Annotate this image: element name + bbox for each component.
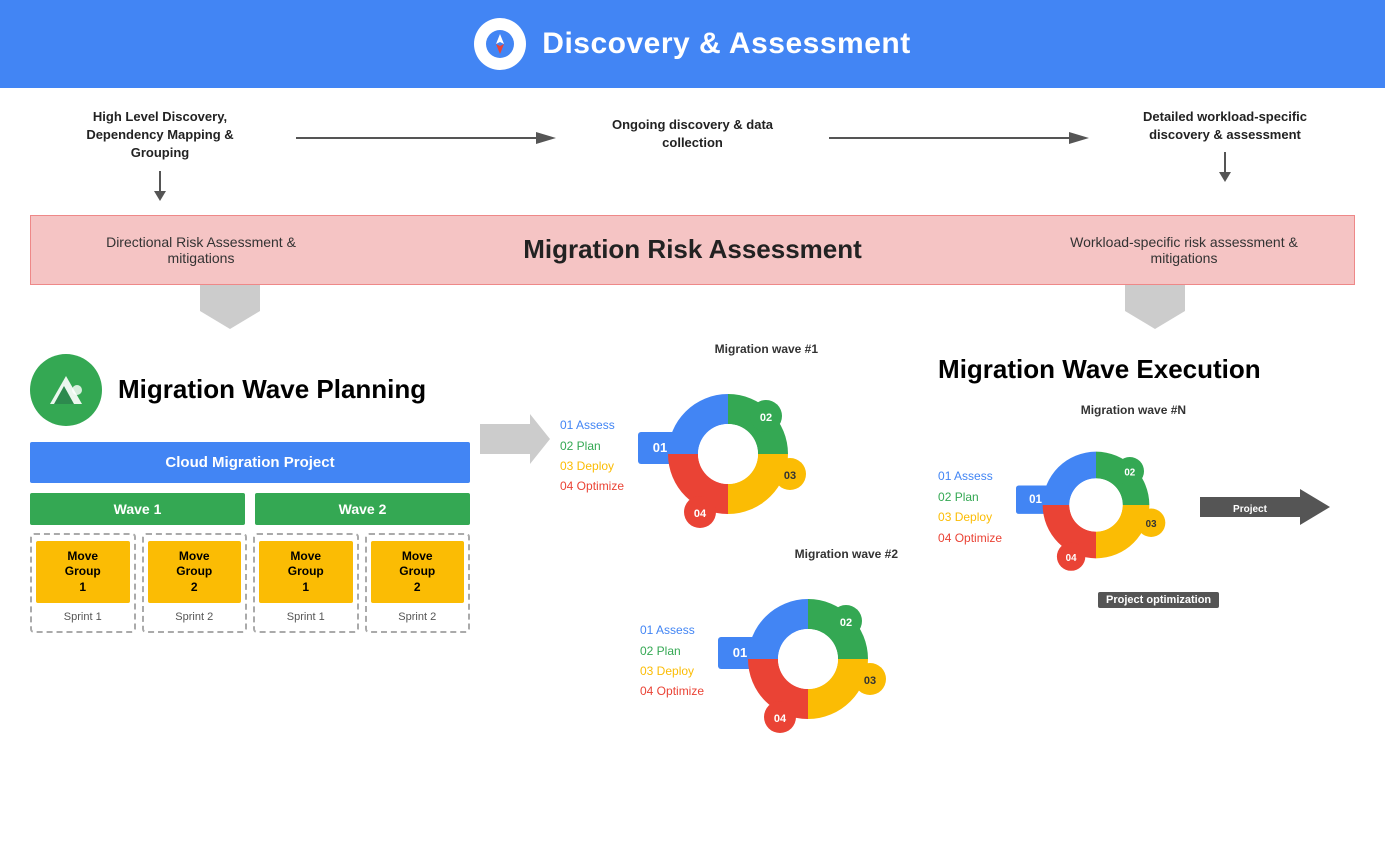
wave-planning-section: Migration Wave Planning Cloud Migration … xyxy=(30,354,470,634)
move-group-card-2: MoveGroup2 xyxy=(148,541,242,604)
wave1-step3: 03 Deploy xyxy=(560,456,624,476)
wave2-step1: 01 Assess xyxy=(640,620,704,640)
header-title: Discovery & Assessment xyxy=(542,27,910,61)
svg-text:01: 01 xyxy=(733,645,747,660)
wave-n-donut-wrapper: Migration wave #N 01 02 03 04 xyxy=(1016,425,1176,590)
sprint-label-3: Sprint 1 xyxy=(287,611,325,623)
svg-text:02: 02 xyxy=(760,412,772,424)
svg-text:03: 03 xyxy=(864,675,876,687)
move-group-card-1: MoveGroup1 xyxy=(36,541,130,604)
arrow-center-right xyxy=(260,108,593,150)
exec-step4: 04 Optimize xyxy=(938,528,1002,548)
wave1-donut-wrapper: Migration wave #1 01 xyxy=(638,364,818,549)
waves-row: Wave 1 Wave 2 xyxy=(30,493,470,525)
move-group-card-3: MoveGroup1 xyxy=(259,541,353,604)
wave1-legend: 01 Assess 02 Plan 03 Deploy 04 Optimize xyxy=(560,415,624,497)
main-content: Migration Wave Planning Cloud Migration … xyxy=(0,334,1385,774)
wave2-label: Migration wave #2 xyxy=(795,547,898,561)
sprint-label-2: Sprint 2 xyxy=(175,611,213,623)
wave1-donut-svg: 01 02 xyxy=(638,364,818,544)
svg-text:01: 01 xyxy=(653,440,667,455)
mountain-icon xyxy=(30,354,102,426)
move-group-container-2: MoveGroup2 Sprint 2 xyxy=(142,533,248,634)
svg-text:Project: Project xyxy=(1233,504,1268,515)
risk-left: Directional Risk Assessment & mitigation… xyxy=(71,234,331,266)
wave1-item: 01 Assess 02 Plan 03 Deploy 04 Optimize … xyxy=(560,364,898,549)
wave-n-item: 01 Assess 02 Plan 03 Deploy 04 Optimize … xyxy=(938,425,1355,590)
execution-title: Migration Wave Execution xyxy=(938,354,1355,385)
wave2-donut-wrapper: Migration wave #2 01 02 03 04 xyxy=(718,569,898,754)
move-group-card-4: MoveGroup2 xyxy=(371,541,465,604)
svg-text:01: 01 xyxy=(1029,494,1042,506)
wave2-legend: 01 Assess 02 Plan 03 Deploy 04 Optimize xyxy=(640,620,704,702)
wave1-step1: 01 Assess xyxy=(560,415,624,435)
exec-step3: 03 Deploy xyxy=(938,507,1002,527)
compass-icon xyxy=(474,18,526,70)
wave-n-label: Migration wave #N xyxy=(1081,403,1186,417)
svg-text:04: 04 xyxy=(1066,553,1077,564)
project-opt-label: Project optimization xyxy=(1098,592,1219,608)
svg-text:04: 04 xyxy=(694,508,707,520)
wave2-step3: 03 Deploy xyxy=(640,661,704,681)
wave-planning-title: Migration Wave Planning xyxy=(118,374,426,405)
wave2-item: 01 Assess 02 Plan 03 Deploy 04 Optimize … xyxy=(640,569,898,754)
discovery-row: High Level Discovery, Dependency Mapping… xyxy=(0,88,1385,215)
discovery-center: Ongoing discovery & data collection xyxy=(593,116,793,152)
sprint-label-1: Sprint 1 xyxy=(64,611,102,623)
arrows-down-row xyxy=(0,285,1385,334)
project-opt-arrow: Project xyxy=(1200,489,1330,525)
arrow-down-left xyxy=(200,285,260,334)
wave1-label: Migration wave #1 xyxy=(715,342,818,356)
svg-text:02: 02 xyxy=(840,617,852,629)
sprint-label-4: Sprint 2 xyxy=(398,611,436,623)
wave1-box: Wave 1 xyxy=(30,493,245,525)
header-bar: Discovery & Assessment xyxy=(0,0,1385,88)
wave2-step2: 02 Plan xyxy=(640,641,704,661)
cloud-project-bar: Cloud Migration Project xyxy=(30,442,470,483)
risk-assessment-bar: Directional Risk Assessment & mitigation… xyxy=(30,215,1355,285)
svg-text:04: 04 xyxy=(774,713,787,725)
move-group-container-4: MoveGroup2 Sprint 2 xyxy=(365,533,471,634)
project-opt-arrow-svg: Project xyxy=(1200,489,1330,525)
execution-section: Migration Wave Execution 01 Assess 02 Pl… xyxy=(898,354,1355,608)
arrow-right-right xyxy=(793,108,1126,150)
wave-n-donut-svg: 01 02 03 04 xyxy=(1016,425,1176,585)
wave1-step2: 02 Plan xyxy=(560,436,624,456)
middle-arrow xyxy=(470,354,560,464)
wave-planning-header: Migration Wave Planning xyxy=(30,354,470,426)
risk-right: Workload-specific risk assessment & miti… xyxy=(1054,234,1314,266)
arrow-down-right xyxy=(1125,285,1185,334)
exec-step1: 01 Assess xyxy=(938,466,1002,486)
move-group-container-1: MoveGroup1 Sprint 1 xyxy=(30,533,136,634)
move-groups-row: MoveGroup1 Sprint 1 MoveGroup2 Sprint 2 … xyxy=(30,533,470,634)
wave2-donut-svg: 01 02 03 04 xyxy=(718,569,898,749)
discovery-left: High Level Discovery, Dependency Mapping… xyxy=(60,108,260,205)
exec-step2: 02 Plan xyxy=(938,487,1002,507)
wave-n-legend: 01 Assess 02 Plan 03 Deploy 04 Optimize xyxy=(938,466,1002,548)
migration-waves-section: 01 Assess 02 Plan 03 Deploy 04 Optimize … xyxy=(560,354,898,754)
wave1-step4: 04 Optimize xyxy=(560,476,624,496)
wave2-step4: 04 Optimize xyxy=(640,681,704,701)
wave2-box: Wave 2 xyxy=(255,493,470,525)
svg-text:03: 03 xyxy=(1146,519,1157,530)
discovery-right: Detailed workload-specific discovery & a… xyxy=(1125,108,1325,186)
risk-center-title: Migration Risk Assessment xyxy=(523,234,862,265)
move-group-container-3: MoveGroup1 Sprint 1 xyxy=(253,533,359,634)
svg-text:02: 02 xyxy=(1124,467,1135,478)
svg-text:03: 03 xyxy=(784,470,796,482)
